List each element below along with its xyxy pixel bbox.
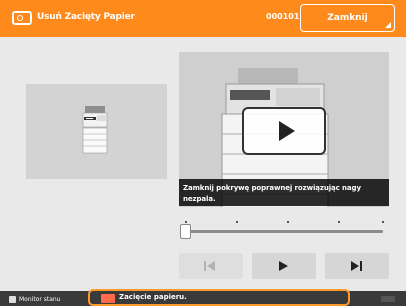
close-button[interactable]: Zamknij xyxy=(300,4,395,32)
play-icon xyxy=(279,121,295,141)
status-notice[interactable]: Zacięcie papieru. xyxy=(88,289,350,306)
paper-jam-icon xyxy=(101,294,115,303)
monitor-label: Monitor stanu xyxy=(19,296,61,303)
play-button[interactable] xyxy=(252,253,316,279)
playback-controls xyxy=(179,253,389,279)
skip-back-button[interactable] xyxy=(179,253,243,279)
device-location-panel xyxy=(26,84,167,179)
video-panel[interactable]: Zamknij pokrywę poprawnej rozwiązując na… xyxy=(179,52,389,207)
monitor-status-button[interactable]: Monitor stanu xyxy=(9,296,60,303)
corner-arrow-icon xyxy=(385,22,391,28)
seek-ticks xyxy=(185,221,385,227)
printer-icon xyxy=(82,106,108,154)
skip-forward-icon xyxy=(351,261,362,271)
video-caption: Zamknij pokrywę poprawnej rozwiązując na… xyxy=(179,179,389,206)
video-play-button[interactable] xyxy=(242,107,326,155)
paper-jam-icon xyxy=(12,11,32,25)
error-code: 000101 xyxy=(266,12,300,21)
skip-forward-button[interactable] xyxy=(325,253,389,279)
indicator-icon xyxy=(381,296,395,302)
notice-text: Zacięcie papieru. xyxy=(119,293,187,301)
seek-handle[interactable] xyxy=(180,224,191,239)
close-button-label: Zamknij xyxy=(327,13,368,23)
monitor-icon xyxy=(9,296,16,303)
page-title: Usuń Zacięty Papier xyxy=(37,12,135,22)
seek-bar[interactable] xyxy=(183,230,383,233)
play-icon xyxy=(279,261,288,271)
skip-back-icon xyxy=(204,261,215,271)
header-bar: Usuń Zacięty Papier 000101 Zamknij xyxy=(0,0,406,37)
